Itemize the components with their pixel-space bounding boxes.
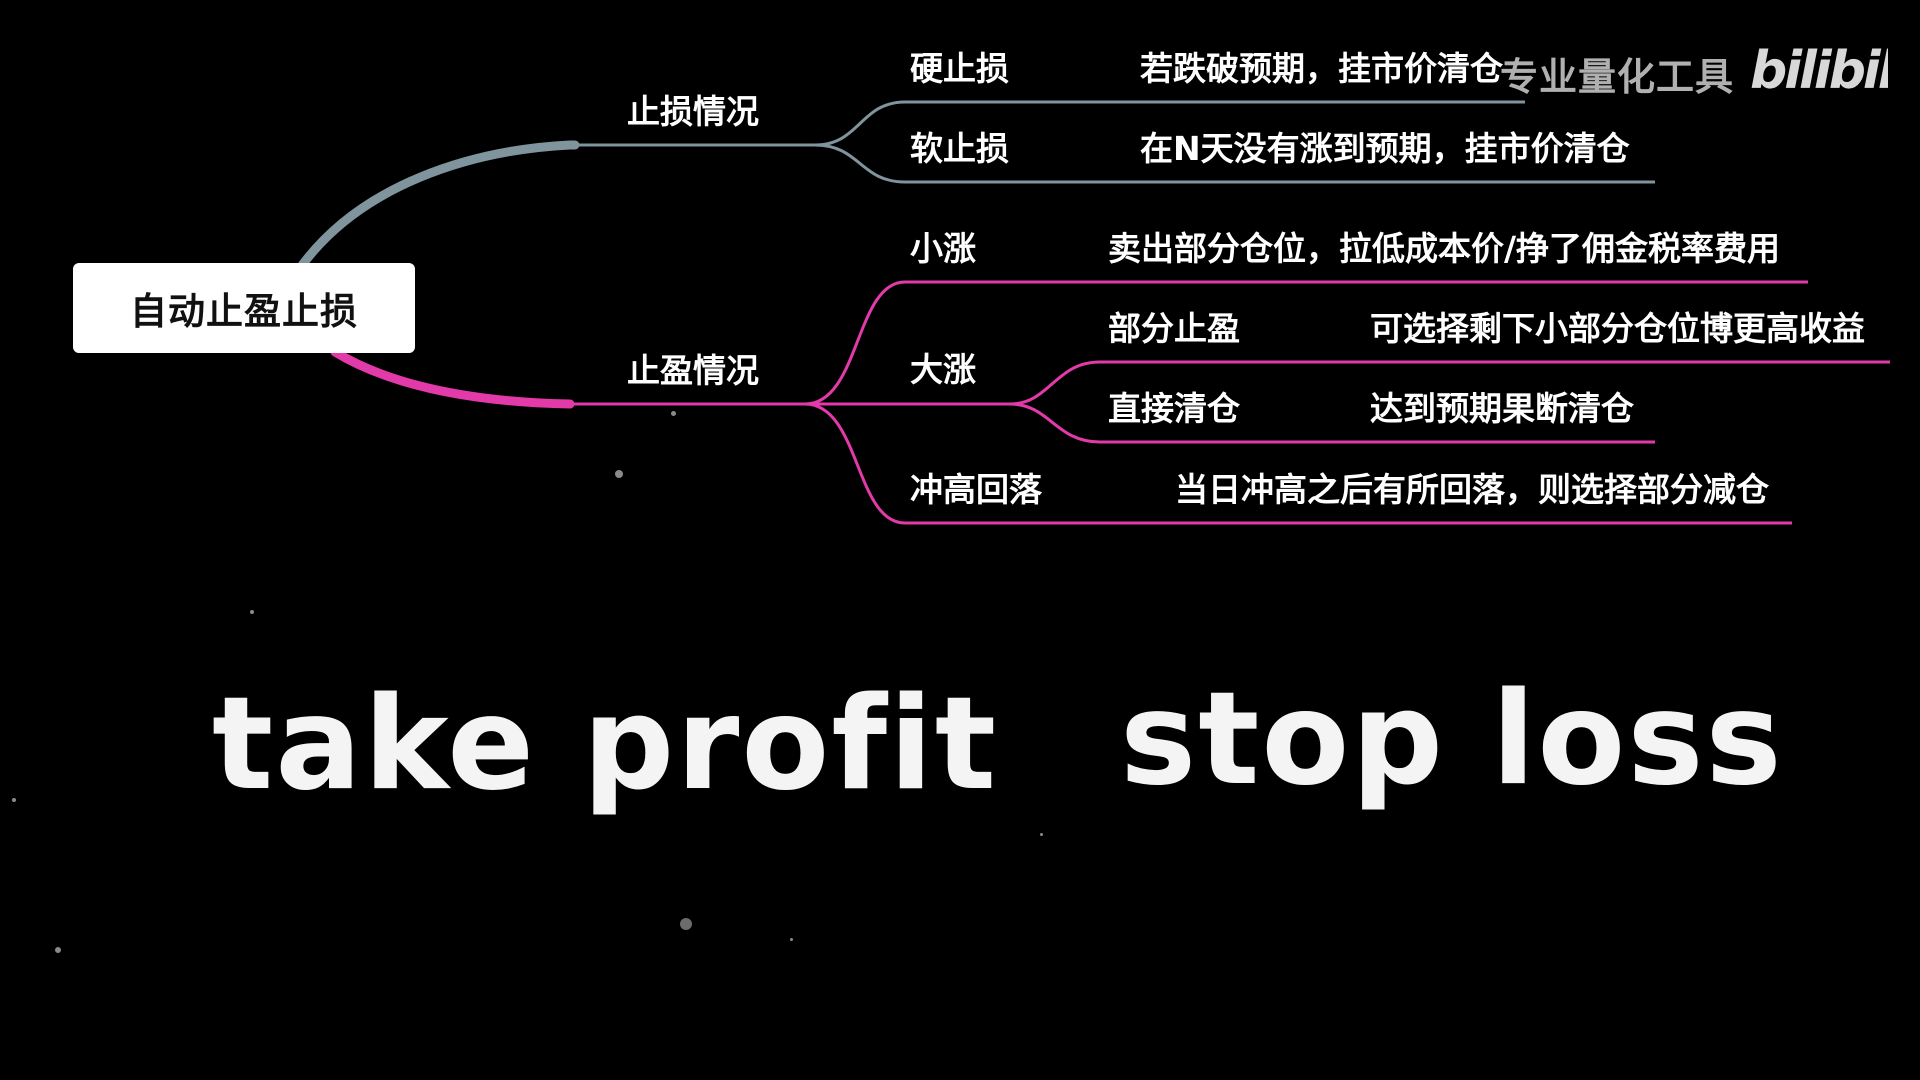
watermark-text: 专业量化工具	[1500, 55, 1735, 99]
partial-takeprofit-desc: 可选择剩下小部分仓位博更高收益	[1370, 309, 1865, 348]
background-speck	[680, 918, 692, 930]
root-node[interactable]: 自动止盈止损	[73, 263, 415, 353]
background-speck	[250, 610, 254, 614]
background-speck	[1040, 833, 1043, 836]
svg-text:bilibili: bilibili	[1750, 41, 1888, 100]
direct-clear-desc: 达到预期果断清仓	[1370, 389, 1634, 428]
background-speck	[12, 798, 16, 802]
small-rise-label[interactable]: 小涨	[910, 229, 976, 269]
bilibili-logo-icon: bilibili	[1750, 41, 1888, 100]
background-speck	[615, 470, 623, 478]
take-profit-heading: take profit	[212, 670, 999, 819]
connector-root-stoploss	[295, 140, 580, 273]
stoploss-branch-label[interactable]: 止损情况	[627, 92, 759, 132]
connector-root-takeprofit	[330, 347, 575, 409]
background-speck	[790, 938, 793, 941]
big-rise-label[interactable]: 大涨	[910, 350, 976, 390]
spike-fall-label[interactable]: 冲高回落	[910, 470, 1042, 510]
hard-stoploss-label[interactable]: 硬止损	[910, 49, 1009, 89]
partial-takeprofit-label[interactable]: 部分止盈	[1108, 309, 1240, 349]
root-node-label: 自动止盈止损	[130, 290, 358, 333]
background-speck	[671, 411, 676, 416]
mindmap-canvas: 自动止盈止损 止损情况 硬止损 若跌破预期，挂市价清仓 软止损 在N天没有涨到预…	[0, 0, 1920, 1080]
background-speck	[55, 947, 61, 953]
small-rise-desc: 卖出部分仓位，拉低成本价/挣了佣金税率费用	[1108, 229, 1781, 268]
direct-clear-label[interactable]: 直接清仓	[1108, 389, 1240, 429]
hard-stoploss-desc: 若跌破预期，挂市价清仓	[1140, 49, 1503, 88]
spike-fall-desc: 当日冲高之后有所回落，则选择部分减仓	[1175, 470, 1769, 509]
stop-loss-heading: stop loss	[1120, 665, 1784, 814]
soft-stoploss-label[interactable]: 软止损	[910, 129, 1009, 169]
soft-stoploss-desc: 在N天没有涨到预期，挂市价清仓	[1140, 129, 1630, 168]
takeprofit-branch-label[interactable]: 止盈情况	[627, 351, 759, 391]
